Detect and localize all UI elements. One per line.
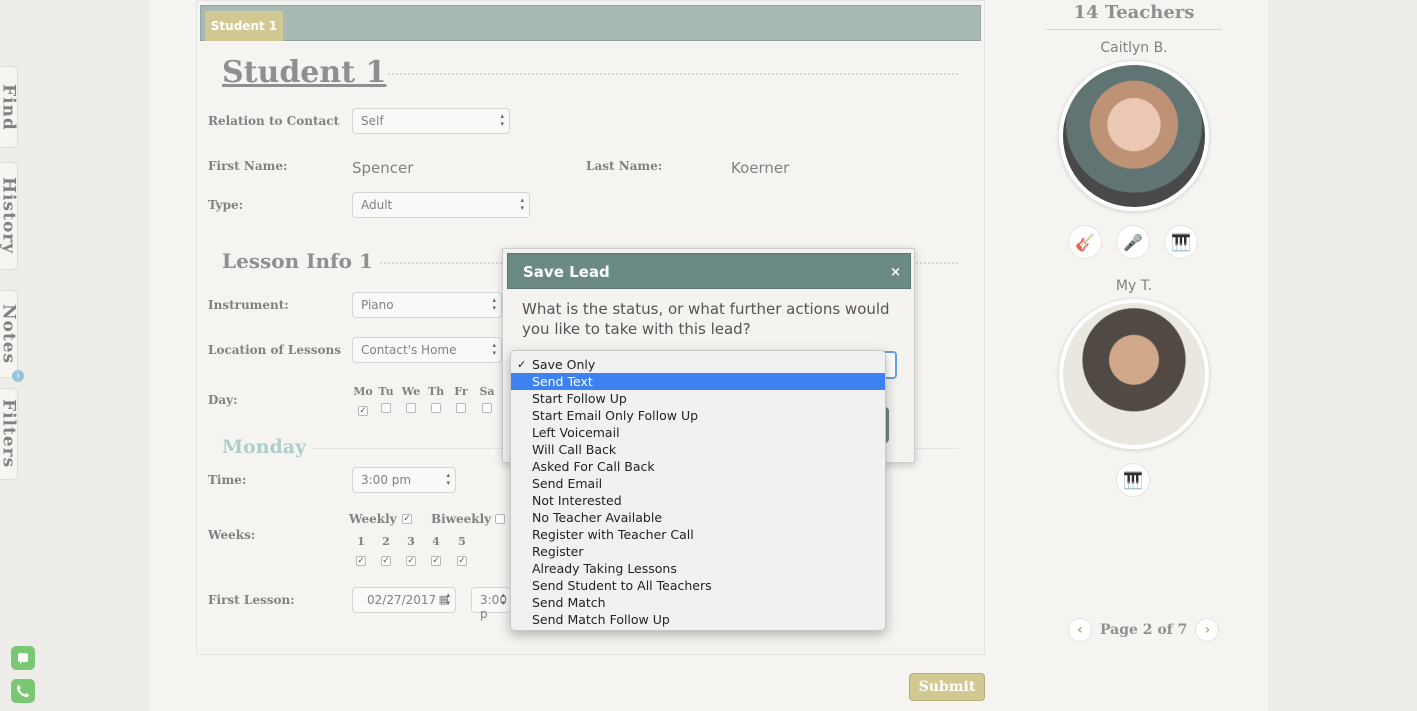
lead-status-option[interactable]: Left Voicemail: [511, 424, 885, 441]
lead-status-option-label: Send Match Follow Up: [532, 612, 670, 627]
lead-status-option[interactable]: Send Match: [511, 594, 885, 611]
lead-status-option[interactable]: Start Email Only Follow Up: [511, 407, 885, 424]
lead-status-option[interactable]: Register: [511, 543, 885, 560]
lead-status-option-label: Left Voicemail: [532, 425, 620, 440]
lead-status-option-label: Start Follow Up: [532, 391, 627, 406]
lead-status-option-label: Register: [532, 544, 584, 559]
modal-header: Save Lead ×: [507, 253, 911, 289]
lead-status-option[interactable]: Send Student to All Teachers: [511, 577, 885, 594]
lead-status-option-label: Asked For Call Back: [532, 459, 655, 474]
modal-question: What is the status, or what further acti…: [522, 300, 890, 338]
lead-status-option-label: Send Student to All Teachers: [532, 578, 712, 593]
lead-status-option-label: Register with Teacher Call: [532, 527, 694, 542]
lead-status-option-label: Send Email: [532, 476, 603, 491]
close-icon[interactable]: ×: [890, 265, 901, 280]
lead-status-option[interactable]: Asked For Call Back: [511, 458, 885, 475]
lead-status-option-label: Start Email Only Follow Up: [532, 408, 699, 423]
lead-status-option-label: No Teacher Available: [532, 510, 663, 525]
lead-status-option[interactable]: ✓ Save Only: [511, 356, 885, 373]
checkmark-icon: ✓: [517, 358, 527, 371]
modal-title: Save Lead: [523, 263, 610, 281]
lead-status-option[interactable]: Send Email: [511, 475, 885, 492]
lead-status-option-label: Send Text: [532, 374, 593, 389]
lead-status-option-label: Not Interested: [532, 493, 622, 508]
lead-status-option[interactable]: No Teacher Available: [511, 509, 885, 526]
lead-status-option[interactable]: Will Call Back: [511, 441, 885, 458]
lead-status-dropdown: ✓ Save Only Send Text Start Follow Up Start …: [510, 350, 886, 631]
lead-status-option[interactable]: Not Interested: [511, 492, 885, 509]
lead-status-option-label: Will Call Back: [532, 442, 617, 457]
lead-status-option[interactable]: Register with Teacher Call: [511, 526, 885, 543]
lead-status-option[interactable]: Already Taking Lessons: [511, 560, 885, 577]
lead-status-option[interactable]: Start Follow Up: [511, 390, 885, 407]
lead-status-option-label: Save Only: [532, 357, 596, 372]
lead-status-option-label: Already Taking Lessons: [532, 561, 677, 576]
lead-status-option[interactable]: Send Text: [511, 373, 885, 390]
lead-status-option[interactable]: Send Match Follow Up: [511, 611, 885, 628]
lead-status-option-label: Send Match: [532, 595, 606, 610]
